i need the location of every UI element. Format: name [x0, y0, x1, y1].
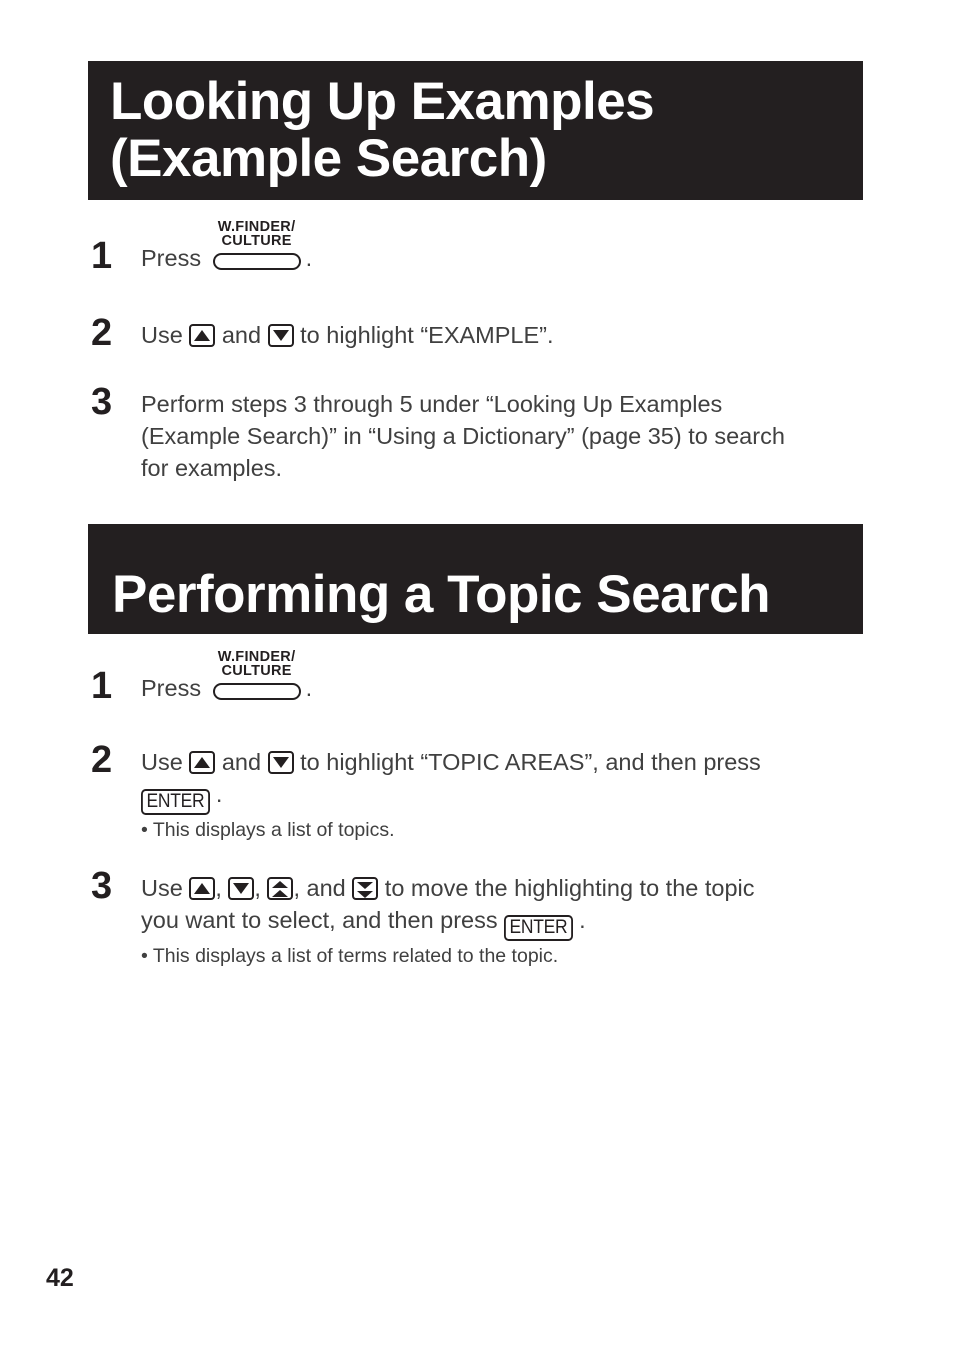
wfinder-key-cap [212, 253, 301, 270]
step-text-part: Use [141, 322, 183, 348]
step-text-part: , and [293, 875, 346, 901]
trailing-period: . [305, 675, 313, 701]
wfinder-key-label-line2: CULTURE [221, 663, 292, 679]
section-heading-banner-2: Performing a Topic Search [88, 524, 863, 634]
step-3-section-2: 3 Use , , , and to move the highlighting… [88, 867, 878, 969]
wfinder-culture-key-icon[interactable]: W.FINDER/ CULTURE [209, 650, 305, 701]
section-heading-line-1: Performing a Topic Search [112, 565, 771, 624]
enter-key-icon[interactable]: ENTER [504, 914, 574, 941]
bullet-icon: • [141, 818, 148, 841]
step-number: 1 [91, 665, 113, 707]
wfinder-culture-key-icon[interactable]: W.FINDER/ CULTURE [209, 220, 305, 271]
step-text-line: for examples. [141, 454, 283, 481]
wfinder-key-cap [212, 683, 301, 700]
trailing-period: . [305, 245, 313, 271]
step-text-line: (Example Search)” in “Using a Dictionary… [141, 422, 785, 449]
step-text-part: to move the highlighting to the topic [384, 875, 755, 901]
page-number: 42 [46, 1264, 74, 1292]
step-text-part: to highlight “TOPIC AREAS”, and then pre… [300, 749, 761, 775]
step-1-section-2: 1 Press W.FINDER/ CULTURE . [88, 650, 878, 706]
bullet-icon: • [141, 944, 148, 967]
step-note: • This displays a list of topics. [141, 818, 878, 843]
step-text-part: , [215, 875, 222, 901]
step-note-text: This displays a list of terms related to… [152, 944, 559, 967]
arrow-down-icon[interactable] [228, 877, 255, 900]
arrow-up-icon[interactable] [189, 877, 216, 900]
arrow-up-icon[interactable] [189, 324, 216, 347]
step-text: Perform steps 3 through 5 under “Looking… [141, 389, 878, 485]
step-text-part: you want to select, and then press [141, 906, 498, 933]
step-text-line: Perform steps 3 through 5 under “Looking… [141, 391, 723, 417]
trailing-period: . [215, 780, 223, 807]
step-number: 3 [91, 865, 113, 907]
page-down-icon[interactable] [352, 877, 379, 900]
step-text: Use and to highlight “EXAMPLE”. [141, 320, 878, 352]
arrow-up-icon[interactable] [189, 751, 216, 774]
section-heading-line-1: Looking Up Examples [110, 72, 655, 131]
step-text-part: to highlight “EXAMPLE”. [300, 322, 554, 348]
step-note: • This displays a list of terms related t… [141, 944, 878, 969]
step-3-section-1: 3 Perform steps 3 through 5 under “Looki… [88, 383, 878, 485]
step-text-part: Use [141, 749, 183, 775]
step-1-section-1: 1 Press W.FINDER/ CULTURE . [88, 220, 878, 276]
step-text: Press W.FINDER/ CULTURE . [141, 650, 878, 705]
arrow-down-icon[interactable] [267, 751, 294, 774]
step-text-part: Use [141, 875, 183, 901]
section-heading-line-2: (Example Search) [110, 129, 547, 189]
wfinder-key-label-line2: CULTURE [221, 233, 292, 249]
step-number: 3 [91, 381, 113, 423]
step-text: Press W.FINDER/ CULTURE . [141, 220, 878, 275]
step-text: Use and to highlight “TOPIC AREAS”, and … [141, 747, 878, 815]
arrow-down-icon[interactable] [267, 324, 294, 347]
step-text-part: and [221, 749, 262, 775]
step-2-section-2: 2 Use and to highlight “TOPIC AREAS”, an… [88, 741, 878, 843]
step-text-part: , [254, 875, 261, 901]
step-number: 2 [91, 739, 113, 781]
page-up-icon[interactable] [267, 877, 294, 900]
step-text-part: and [221, 322, 262, 348]
step-number: 2 [91, 312, 113, 354]
step-number: 1 [91, 235, 113, 277]
enter-key-icon[interactable]: ENTER [141, 788, 210, 815]
step-text: Use , , , and to move the highlighting t… [141, 873, 878, 941]
step-note-text: This displays a list of topics. [152, 818, 395, 841]
manual-page: Looking Up Examples (Example Search) 1 P… [0, 0, 954, 1345]
press-label: Press [141, 675, 202, 701]
trailing-period: . [579, 906, 586, 933]
section-heading-banner-1: Looking Up Examples (Example Search) [88, 61, 863, 200]
press-label: Press [141, 245, 202, 271]
step-2-section-1: 2 Use and to highlight “EXAMPLE”. [88, 314, 878, 352]
